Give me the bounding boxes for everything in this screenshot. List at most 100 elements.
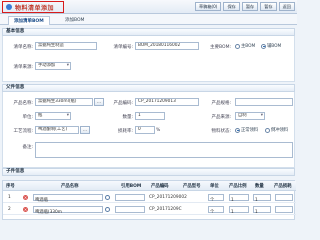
row-name-input[interactable]: 啤酒瓶(330m bbox=[33, 206, 103, 215]
main-bom-yes-radio[interactable]: 主BOM bbox=[235, 43, 255, 49]
row-no: 2 bbox=[8, 207, 11, 212]
row-ratio-input[interactable]: 1 bbox=[229, 206, 249, 215]
col-ref-bom: 引用BOM bbox=[121, 184, 142, 189]
process-input[interactable]: 啤酒酿制(工艺) bbox=[35, 126, 79, 134]
col-model: 产品型号 bbox=[183, 184, 201, 189]
source-label: 产品来源: bbox=[211, 115, 231, 120]
unit-select[interactable]: 瓶 bbox=[35, 112, 71, 120]
back-button[interactable]: 返回 bbox=[278, 2, 295, 11]
row-code: CP_20171209C bbox=[149, 207, 182, 212]
section-basic-title: 基本信息 bbox=[6, 29, 25, 34]
row-qty: 1 bbox=[255, 210, 258, 215]
section-children-header[interactable]: 子件信息 bbox=[2, 168, 295, 176]
table-row: 1 × 啤酒瓶 CP_20171209002 个 1 1 bbox=[3, 192, 296, 203]
percent-sign: % bbox=[156, 128, 161, 133]
delete-row-icon[interactable]: × bbox=[23, 195, 28, 200]
process-pick-button[interactable]: … bbox=[80, 126, 90, 134]
state-label: 物料状态: bbox=[211, 129, 231, 134]
temp-save-button[interactable]: 暂存 bbox=[260, 2, 277, 11]
tab-add-list-bom[interactable]: 添加清单BOM bbox=[8, 16, 50, 25]
children-grid: 序号 产品名称 引用BOM 产品编码 产品型号 单位 产品比例 数量 产品损耗 … bbox=[2, 180, 296, 220]
col-code: 产品编码 bbox=[151, 184, 169, 189]
row-ref-bom[interactable] bbox=[115, 206, 145, 213]
ext-no-input[interactable]: BOM_20180116002 bbox=[135, 42, 199, 50]
row-unit-select[interactable]: 个 bbox=[208, 194, 224, 203]
product-code-input[interactable]: CP_20171209013 bbox=[135, 98, 199, 106]
main-bom-no-radio[interactable]: 辅BOM bbox=[261, 43, 281, 49]
col-loss: 产品损耗 bbox=[274, 184, 292, 189]
qty-input[interactable]: 1 bbox=[135, 112, 165, 120]
product-spec-input[interactable] bbox=[235, 98, 293, 106]
row-ratio: 1 bbox=[231, 198, 234, 203]
row-qty: 1 bbox=[255, 198, 258, 203]
row-unit-select[interactable]: 个 bbox=[208, 206, 224, 215]
col-name: 产品名称 bbox=[61, 184, 79, 189]
row-name: 啤酒瓶 bbox=[35, 198, 48, 203]
row-code: CP_20171209002 bbox=[149, 195, 187, 200]
product-code-label: 产品编码: bbox=[113, 101, 133, 106]
category-label: 清单来源: bbox=[13, 65, 33, 70]
search-icon[interactable] bbox=[105, 195, 110, 200]
window-title: 物料清单添加 bbox=[15, 4, 55, 12]
loss-rate-input[interactable]: 0 bbox=[135, 126, 155, 134]
remark-textarea[interactable] bbox=[35, 142, 293, 158]
row-unit: 个 bbox=[210, 210, 215, 215]
save-button[interactable]: 保存 bbox=[223, 2, 240, 11]
basic-panel: 清单名称: 票据纯生制造 清单编号: BOM_20180116002 主要BOM… bbox=[2, 36, 295, 82]
main-bom-no-label: 辅BOM bbox=[267, 44, 282, 49]
product-spec-label: 产品规格: bbox=[211, 101, 231, 106]
col-qty: 数量 bbox=[255, 184, 264, 189]
qty-label: 数量: bbox=[122, 115, 133, 120]
process-label: 工艺流程: bbox=[13, 129, 33, 134]
col-unit: 单位 bbox=[210, 184, 219, 189]
source-select[interactable]: 自制 bbox=[235, 112, 265, 120]
col-no: 序号 bbox=[6, 184, 15, 189]
search-icon[interactable] bbox=[105, 207, 110, 212]
remark-label: 备注: bbox=[22, 145, 33, 150]
row-no: 1 bbox=[8, 195, 11, 200]
row-unit: 个 bbox=[210, 198, 215, 203]
row-ratio-input[interactable]: 1 bbox=[229, 194, 249, 203]
tab-add-bom[interactable]: 添加BOM bbox=[60, 16, 89, 25]
section-basic-header[interactable]: 基本信息 bbox=[2, 28, 295, 36]
drafts-button[interactable]: 草稿箱(0) bbox=[194, 2, 222, 11]
row-qty-input[interactable]: 1 bbox=[253, 194, 271, 203]
state-normal-label: 正常领料 bbox=[241, 128, 259, 133]
hold-button[interactable]: 暂存 bbox=[241, 2, 259, 11]
toolbar: 草稿箱(0) 保存 暂存 暂存 返回 bbox=[194, 2, 295, 11]
radio-dot bbox=[265, 127, 270, 133]
list-icon bbox=[6, 4, 12, 10]
window-title-box: 物料清单添加 bbox=[2, 1, 64, 13]
table-row: 2 × 啤酒瓶(330m CP_20171209C 个 1 1 bbox=[3, 204, 296, 215]
state-return-label: 倒冲领料 bbox=[271, 128, 289, 133]
ext-no-label: 清单编号: bbox=[113, 45, 133, 50]
unit-label: 单位: bbox=[22, 115, 33, 120]
product-panel: 产品名称: 票据纯生330ml(瓶) … 产品编码: CP_2017120901… bbox=[2, 92, 295, 168]
state-normal-radio[interactable]: 正常领料 bbox=[235, 127, 258, 133]
row-loss-input[interactable] bbox=[275, 194, 293, 201]
product-name-label: 产品名称: bbox=[13, 101, 33, 106]
row-name: 啤酒瓶(330m bbox=[35, 210, 62, 215]
delete-row-icon[interactable]: × bbox=[23, 207, 28, 212]
row-qty-input[interactable]: 1 bbox=[253, 206, 271, 215]
state-return-radio[interactable]: 倒冲领料 bbox=[265, 127, 288, 133]
title-bar: 物料清单添加 草稿箱(0) 保存 暂存 暂存 返回 bbox=[0, 0, 297, 14]
col-ratio: 产品比例 bbox=[229, 184, 247, 189]
grid-header: 序号 产品名称 引用BOM 产品编码 产品型号 单位 产品比例 数量 产品损耗 bbox=[3, 181, 296, 191]
list-name-label: 清单名称: bbox=[13, 45, 33, 50]
main-bom-yes-label: 主BOM bbox=[241, 44, 256, 49]
row-ratio: 1 bbox=[231, 210, 234, 215]
main-bom-label: 主要BOM: bbox=[210, 45, 231, 50]
bom-add-page: 物料清单添加 草稿箱(0) 保存 暂存 暂存 返回 添加清单BOM 添加BOM … bbox=[0, 0, 297, 220]
list-name-input[interactable]: 票据纯生制造 bbox=[35, 42, 97, 50]
loss-rate-label: 损耗率: bbox=[117, 129, 133, 134]
row-ref-bom[interactable] bbox=[115, 194, 145, 201]
section-product-title: 父件信息 bbox=[6, 85, 25, 90]
section-children-title: 子件信息 bbox=[6, 169, 25, 174]
row-loss-input[interactable] bbox=[275, 206, 293, 213]
radio-dot-selected bbox=[235, 127, 240, 133]
category-select[interactable]: 手动添加 bbox=[35, 62, 71, 70]
section-product-header[interactable]: 父件信息 bbox=[2, 84, 295, 92]
row-name-input[interactable]: 啤酒瓶 bbox=[33, 194, 103, 203]
product-name-input[interactable]: 票据纯生330ml(瓶) bbox=[35, 98, 93, 106]
